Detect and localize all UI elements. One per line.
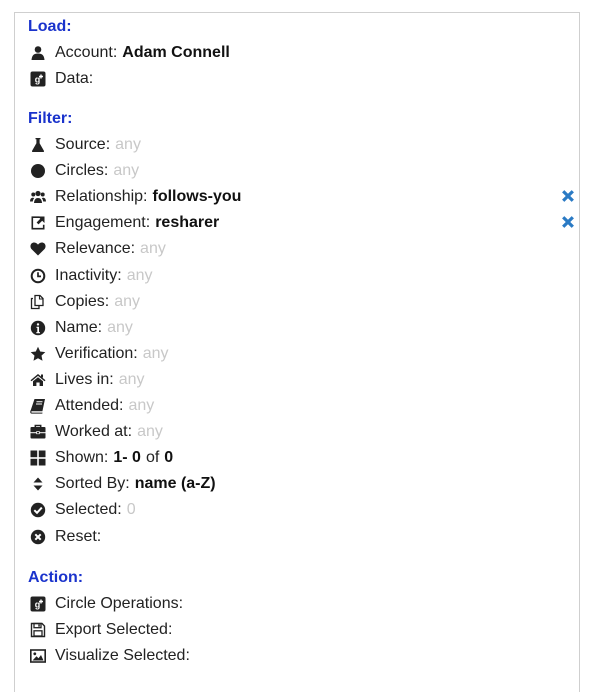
filter-value: any bbox=[137, 423, 163, 441]
user-icon bbox=[28, 43, 48, 63]
action-visualize-selected[interactable]: Visualize Selected: bbox=[28, 644, 576, 668]
filter-label: Engagement: bbox=[55, 214, 151, 232]
options-panel: Load: Account: Adam Connell g Data: Filt… bbox=[14, 12, 580, 692]
action-label: Circle Operations: bbox=[55, 595, 184, 612]
account-row[interactable]: Account: Adam Connell bbox=[28, 41, 576, 65]
filter-label: Reset: bbox=[55, 527, 102, 545]
filter-label: Shown: bbox=[55, 449, 109, 467]
action-label: Export Selected: bbox=[55, 621, 173, 638]
filter-value: any bbox=[107, 318, 133, 336]
filter-value: any bbox=[113, 162, 140, 180]
circle-icon bbox=[28, 161, 48, 181]
users-icon bbox=[28, 187, 48, 207]
home-icon bbox=[28, 370, 48, 390]
filter-value: any bbox=[118, 370, 145, 388]
filter-value: 0 bbox=[126, 501, 136, 519]
filter-value: any bbox=[115, 136, 141, 153]
action-export-selected[interactable]: Export Selected: bbox=[28, 618, 576, 642]
action-circle-operations[interactable]: g Circle Operations: bbox=[28, 592, 576, 616]
filter-label: Inactivity: bbox=[55, 266, 122, 284]
filter-value: follows-you bbox=[152, 188, 242, 206]
filter-circles[interactable]: Circles: any bbox=[28, 159, 576, 183]
filter-selected[interactable]: Selected: 0 bbox=[28, 498, 576, 522]
account-label: Account: bbox=[55, 44, 118, 61]
check-circle-icon bbox=[28, 500, 48, 520]
filter-label: Relevance: bbox=[55, 240, 136, 258]
filter-label: Sorted By: bbox=[55, 475, 130, 493]
filter-copies[interactable]: Copies: any bbox=[28, 290, 576, 314]
filter-value: any bbox=[126, 266, 153, 284]
filter-label: Verification: bbox=[55, 344, 138, 362]
clock-icon bbox=[28, 266, 48, 286]
heart-icon bbox=[28, 239, 48, 259]
filter-verification[interactable]: Verification: any bbox=[28, 342, 576, 366]
filter-value: 1- 0 bbox=[113, 449, 141, 467]
filter-label: Relationship: bbox=[55, 188, 148, 206]
filter-value: any bbox=[128, 397, 155, 414]
action-section-title: Action: bbox=[28, 569, 84, 586]
filter-shown[interactable]: Shown: 1- 0 of 0 bbox=[28, 446, 576, 470]
remove-filter-icon[interactable] bbox=[560, 214, 576, 230]
filter-relationship[interactable]: Relationship: follows-you bbox=[28, 185, 576, 209]
filter-label: Copies: bbox=[55, 292, 110, 310]
image-icon bbox=[28, 646, 48, 666]
filter-value: any bbox=[142, 344, 169, 362]
filter-name[interactable]: Name: any bbox=[28, 316, 576, 340]
account-value: Adam Connell bbox=[122, 44, 230, 61]
filter-value-of: of bbox=[145, 449, 160, 467]
filter-label: Lives in: bbox=[55, 370, 114, 388]
save-icon bbox=[28, 620, 48, 640]
filter-relevance[interactable]: Relevance: any bbox=[28, 237, 576, 261]
google-plus-icon: g bbox=[28, 69, 48, 89]
google-plus-icon: g bbox=[28, 594, 48, 614]
share-icon bbox=[28, 213, 48, 233]
load-section-title: Load: bbox=[28, 18, 72, 35]
filter-section-title: Filter: bbox=[28, 110, 73, 127]
copy-icon bbox=[28, 292, 48, 312]
x-circle-icon bbox=[28, 527, 48, 547]
action-label: Visualize Selected: bbox=[55, 647, 190, 664]
filter-inactivity[interactable]: Inactivity: any bbox=[28, 264, 576, 288]
book-icon bbox=[28, 396, 48, 416]
filter-label: Name: bbox=[55, 318, 103, 336]
filter-reset[interactable]: Reset: bbox=[28, 525, 576, 549]
filter-lives-in[interactable]: Lives in: any bbox=[28, 368, 576, 392]
filter-attended[interactable]: Attended: any bbox=[28, 394, 576, 418]
filter-value: any bbox=[140, 240, 166, 258]
filter-label: Source: bbox=[55, 136, 111, 153]
filter-value: resharer bbox=[155, 214, 220, 232]
flask-icon bbox=[28, 135, 48, 155]
filter-worked-at[interactable]: Worked at: any bbox=[28, 420, 576, 444]
filter-label: Selected: bbox=[55, 501, 122, 519]
filter-label: Worked at: bbox=[55, 423, 133, 441]
briefcase-icon bbox=[28, 422, 48, 442]
filter-engagement[interactable]: Engagement: resharer bbox=[28, 211, 576, 235]
remove-filter-icon[interactable] bbox=[560, 188, 576, 204]
sort-icon bbox=[28, 474, 48, 494]
filter-value: name (a-Z) bbox=[134, 475, 216, 493]
filter-value: any bbox=[114, 292, 141, 310]
filter-value-total: 0 bbox=[164, 449, 174, 467]
data-row[interactable]: g Data: bbox=[28, 67, 576, 91]
filter-source[interactable]: Source: any bbox=[28, 133, 576, 157]
star-icon bbox=[28, 344, 48, 364]
grid-icon bbox=[28, 448, 48, 468]
filter-label: Attended: bbox=[55, 397, 124, 414]
info-icon bbox=[28, 318, 48, 338]
data-label: Data: bbox=[55, 70, 94, 87]
filter-sorted-by[interactable]: Sorted By: name (a-Z) bbox=[28, 472, 576, 496]
filter-label: Circles: bbox=[55, 162, 109, 180]
